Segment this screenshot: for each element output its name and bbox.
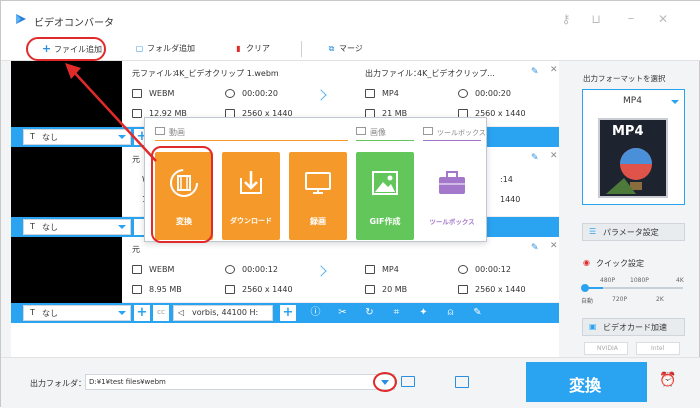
quality-720p: 720P <box>612 296 628 303</box>
mp4-format-tile: MP4 <box>598 118 668 198</box>
intel-badge: Intel <box>636 342 680 355</box>
output-format-selector[interactable]: MP4 MP4 <box>582 89 685 205</box>
quality-4k: 4K <box>676 277 684 284</box>
parameter-settings-button[interactable]: ☰ パラメータ設定 <box>582 223 685 241</box>
merge-output-icon[interactable] <box>455 376 469 388</box>
quality-480p: 480P <box>600 277 616 284</box>
highlight-circle-dropdown <box>373 372 397 392</box>
sliders-icon: ☰ <box>589 227 597 236</box>
convert-button[interactable]: 変換 <box>526 362 647 402</box>
output-path-field[interactable]: D:¥1¥test files¥webm <box>85 374 395 390</box>
quick-settings-label: クイック設定 <box>596 259 644 268</box>
output-settings-panel: 出力フォーマットを選択 MP4 MP4 ☰ パラメータ設定 ◉ クイック設定 4… <box>572 61 695 357</box>
convert-button-label: 変換 <box>569 376 602 395</box>
chevron-down-icon <box>671 100 679 104</box>
gpu-accel-label: ビデオカード加速 <box>603 323 667 332</box>
quality-slider-handle[interactable] <box>581 284 589 292</box>
gpu-icon: ▣ <box>589 322 597 331</box>
balloon-icon <box>606 148 652 194</box>
nvidia-badge: NVIDIA <box>584 342 628 355</box>
quick-settings-icon: ◉ <box>583 258 590 267</box>
output-path-value: D:¥1¥test files¥webm <box>89 378 166 386</box>
alarm-clock-icon[interactable]: ⏰ <box>659 372 676 388</box>
gpu-accel-button[interactable]: ▣ ビデオカード加速 <box>582 318 685 336</box>
intel-label: Intel <box>651 345 665 352</box>
quality-1080p: 1080P <box>630 277 649 284</box>
quality-auto: 自動 <box>581 298 594 305</box>
format-badge: MP4 <box>612 124 644 139</box>
quality-2k: 2K <box>656 296 664 303</box>
nvidia-label: NVIDIA <box>597 345 618 352</box>
format-select-label: 出力フォーマットを選択 <box>583 74 666 83</box>
output-folder-label: 出力フォルダ： <box>30 379 86 388</box>
parameter-settings-label: パラメータ設定 <box>603 228 659 237</box>
bottom-bar: 出力フォルダ： D:¥1¥test files¥webm 変換 ⏰ <box>1 357 700 408</box>
format-name: MP4 <box>623 96 642 106</box>
app-window: ビデオコンバータ ⚷ ⊔ – ✕ + ファイル追加 ▢ フォルダ追加 ▮ クリア ⧉ マ… <box>0 0 700 408</box>
open-folder-icon[interactable] <box>401 376 415 387</box>
